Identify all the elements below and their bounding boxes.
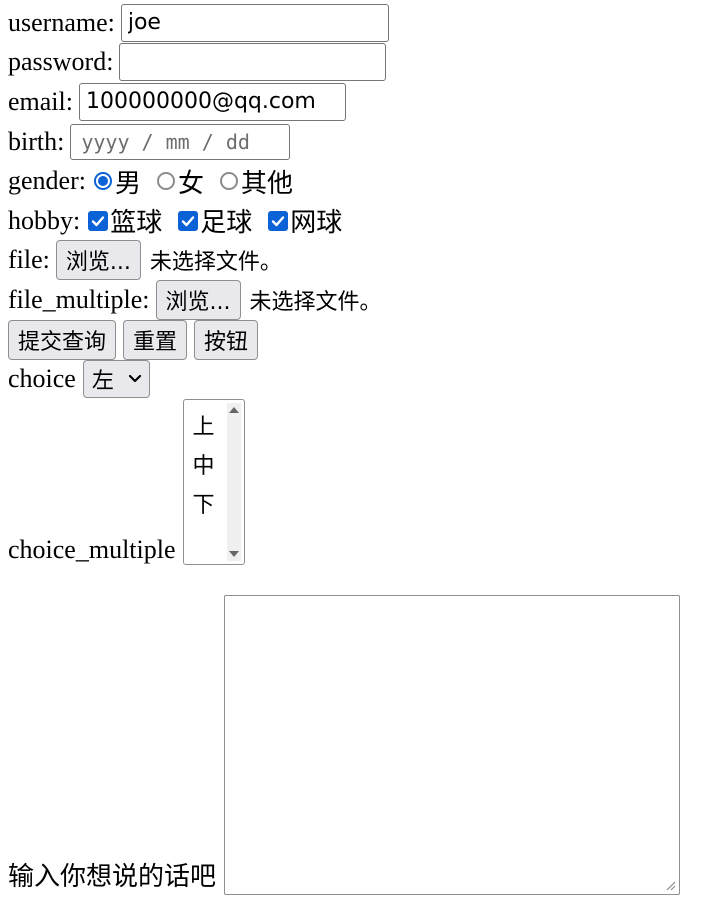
listbox-option-middle[interactable]: 中 <box>193 447 215 486</box>
file-status: 未选择文件。 <box>149 250 282 276</box>
submit-button[interactable]: 提交查询 <box>8 319 117 360</box>
message-textarea[interactable] <box>224 594 681 895</box>
listbox-scrollbar[interactable] <box>226 402 241 561</box>
email-input[interactable] <box>78 82 346 121</box>
hobby-label: hobby: <box>8 205 81 235</box>
email-row: email: <box>8 82 709 122</box>
gender-label: gender: <box>8 166 86 196</box>
file-browse-button[interactable]: 浏览... <box>55 240 141 281</box>
file-multiple-browse-button[interactable]: 浏览... <box>155 279 241 320</box>
chevron-down-icon <box>128 375 141 383</box>
scroll-down-icon[interactable] <box>228 550 239 557</box>
birth-date-input[interactable]: yyyy / mm / dd <box>70 123 291 160</box>
hobby-option-basketball: 篮球 <box>110 208 163 239</box>
gender-option-female: 女 <box>177 168 204 199</box>
choice-label: choice <box>8 364 76 394</box>
file-row: file: 浏览... 未选择文件。 <box>8 240 709 281</box>
password-input[interactable] <box>119 43 387 82</box>
email-label: email: <box>8 86 73 116</box>
file-label: file: <box>8 245 50 275</box>
choice-multiple-listbox[interactable]: 上 中 下 <box>182 398 245 565</box>
buttons-row: 提交查询 重置 按钮 <box>8 319 709 360</box>
choice-row: choice 左 <box>8 359 709 399</box>
resize-grip-icon[interactable] <box>662 877 676 891</box>
birth-label: birth: <box>8 126 65 156</box>
hobby-option-football: 足球 <box>200 208 253 239</box>
hobby-checkbox-football[interactable] <box>178 210 199 231</box>
password-row: password: <box>8 43 709 83</box>
listbox-option-up[interactable]: 上 <box>193 408 215 447</box>
gender-option-male: 男 <box>114 168 141 199</box>
checkmark-icon <box>182 216 195 226</box>
gender-radio-other[interactable] <box>220 172 238 191</box>
message-label: 输入你想说的话吧 <box>8 861 217 892</box>
checkmark-icon <box>272 216 285 226</box>
choice-selected-value: 左 <box>91 369 114 395</box>
gender-row: gender: 男 女 其他 <box>8 161 709 201</box>
choice-multiple-row: choice_multiple 上 中 下 <box>8 398 709 565</box>
listbox-option-down[interactable]: 下 <box>193 486 215 525</box>
reset-button[interactable]: 重置 <box>123 319 188 360</box>
file-multiple-status: 未选择文件。 <box>249 289 382 315</box>
username-row: username: <box>8 3 709 43</box>
hobby-checkbox-tennis[interactable] <box>268 210 289 231</box>
password-label: password: <box>8 47 114 77</box>
choice-multiple-label: choice_multiple <box>8 534 176 564</box>
birth-row: birth: yyyy / mm / dd <box>8 122 709 162</box>
file-multiple-label: file_multiple: <box>8 284 150 314</box>
plain-button[interactable]: 按钮 <box>194 319 259 360</box>
birth-placeholder: yyyy / mm / dd <box>81 129 250 154</box>
message-row: 输入你想说的话吧 <box>8 594 709 895</box>
username-input[interactable] <box>120 3 389 42</box>
choice-select[interactable]: 左 <box>82 360 150 399</box>
gender-radio-male[interactable] <box>93 172 112 191</box>
hobby-checkbox-basketball[interactable] <box>88 210 109 231</box>
file-multiple-row: file_multiple: 浏览... 未选择文件。 <box>8 279 709 320</box>
checkmark-icon <box>92 216 105 226</box>
username-label: username: <box>8 7 115 37</box>
form: username: password: email: birth: yyyy /… <box>0 0 709 895</box>
hobby-option-tennis: 网球 <box>290 208 343 239</box>
gender-option-other: 其他 <box>241 168 294 199</box>
hobby-row: hobby: 篮球 足球 网球 <box>8 201 709 241</box>
gender-radio-female[interactable] <box>156 172 175 191</box>
scroll-up-icon[interactable] <box>228 406 239 413</box>
